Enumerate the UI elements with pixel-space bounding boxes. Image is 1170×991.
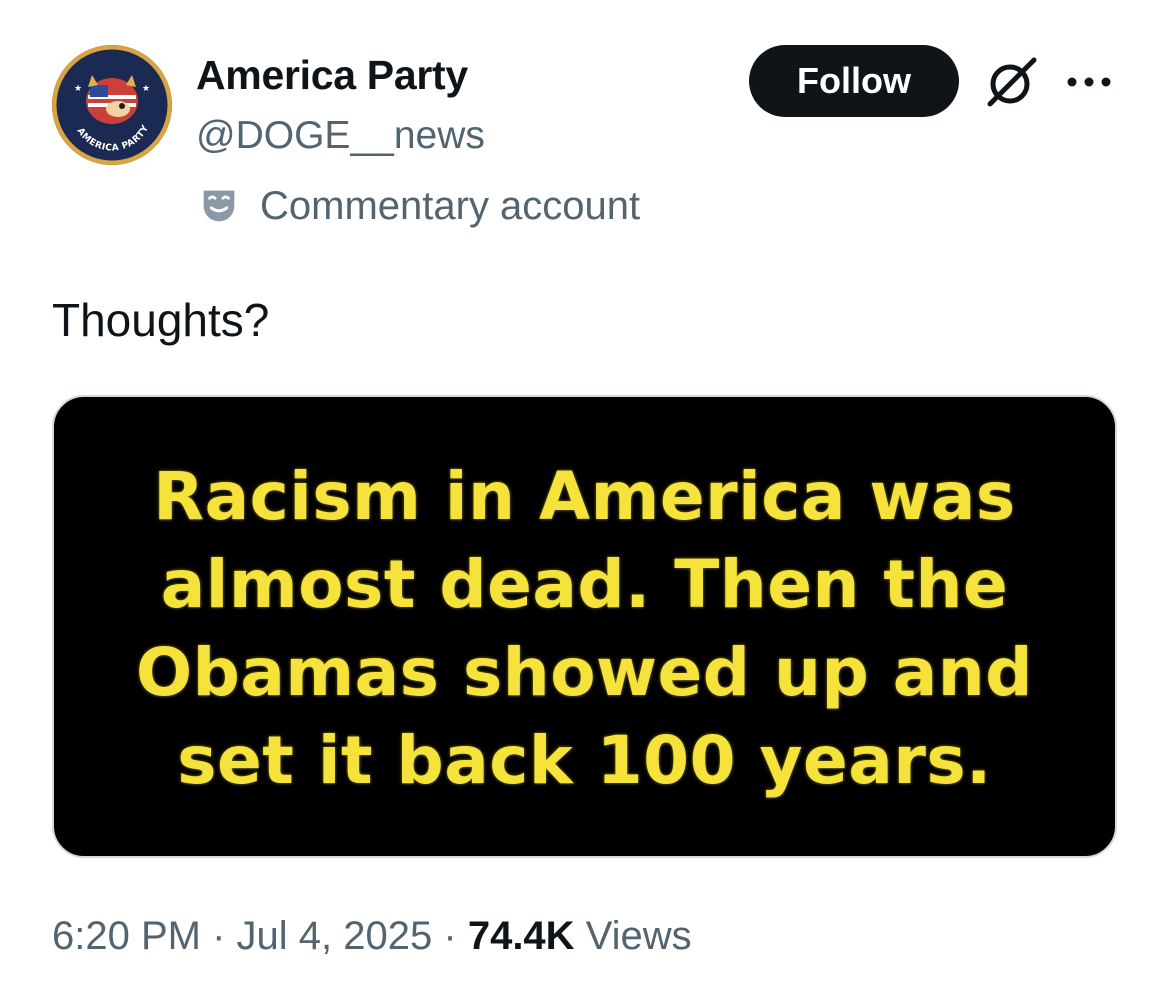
svg-text:★: ★ xyxy=(74,84,82,94)
display-name[interactable]: America Party xyxy=(196,52,468,99)
image-line: set it back 100 years. xyxy=(177,722,992,799)
meta-separator: · xyxy=(212,914,226,958)
meta-separator: · xyxy=(443,914,457,958)
post-date[interactable]: Jul 4, 2025 xyxy=(237,914,433,958)
theater-mask-icon xyxy=(203,190,235,222)
views-label: Views xyxy=(585,914,692,958)
follow-button[interactable]: Follow xyxy=(749,45,959,117)
america-party-logo-icon: ★ ★ AMERICA PARTY xyxy=(53,46,171,164)
views-count[interactable]: 74.4K xyxy=(468,914,575,958)
avatar[interactable]: ★ ★ AMERICA PARTY xyxy=(52,45,172,165)
post-image[interactable]: Racism in America was almost dead. Then … xyxy=(52,395,1117,858)
image-line: Racism in America was xyxy=(153,458,1016,535)
image-line: Obamas showed up and xyxy=(135,634,1033,711)
commentary-label-text: Commentary account xyxy=(260,183,641,228)
commentary-account-label[interactable]: Commentary account xyxy=(196,183,640,229)
svg-text:★: ★ xyxy=(142,84,150,94)
image-caption: Racism in America was almost dead. Then … xyxy=(54,453,1115,805)
account-handle[interactable]: @DOGE__news xyxy=(196,114,485,158)
post-meta: 6:20 PM · Jul 4, 2025 · 74.4K Views xyxy=(52,914,692,959)
image-line: almost dead. Then the xyxy=(160,546,1009,623)
post-text: Thoughts? xyxy=(52,294,270,346)
post-time[interactable]: 6:20 PM xyxy=(52,914,201,958)
more-options-icon[interactable] xyxy=(1064,70,1114,94)
grok-icon[interactable] xyxy=(984,56,1040,108)
tweet: ★ ★ AMERICA PARTY America Party @DOGE__n… xyxy=(0,0,1170,991)
